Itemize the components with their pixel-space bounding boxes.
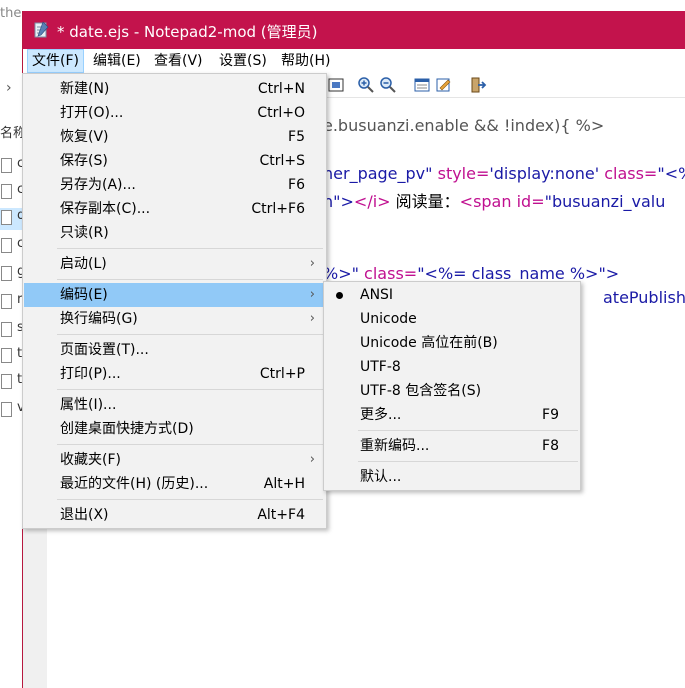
menu-separator <box>57 334 323 335</box>
file-icon <box>1 402 12 417</box>
file-row[interactable]: t <box>0 346 24 368</box>
file-row[interactable]: c <box>0 156 24 178</box>
submenu-arrow-icon: › <box>309 256 315 271</box>
menu-edit[interactable]: 编辑(E) <box>89 49 145 73</box>
file-icon <box>1 322 12 337</box>
submenu-arrow-icon: › <box>309 452 315 467</box>
exit-icon[interactable] <box>469 76 487 94</box>
encoding-unicode[interactable]: Unicode <box>325 307 579 331</box>
menu-separator <box>57 499 323 500</box>
menu-item-open[interactable]: 打开(O)... Ctrl+O <box>24 101 325 125</box>
menu-view[interactable]: 查看(V) <box>150 49 207 73</box>
background-explorer-pane: the › 名称 c c d c g r s t t v <box>0 0 24 688</box>
menu-item-print[interactable]: 打印(P)... Ctrl+P <box>24 362 325 386</box>
window-title: * date.ejs - Notepad2-mod (管理员) <box>57 23 318 41</box>
file-menu-dropdown: 新建(N) Ctrl+N 打开(O)... Ctrl+O 恢复(V) F5 保存(S)… <box>22 73 327 529</box>
menu-item-page-setup[interactable]: 页面设置(T)... <box>24 338 325 362</box>
code-line: n"></i> 阅读量：<span id="busuanzi_valu <box>323 192 666 211</box>
file-row[interactable]: s <box>0 320 24 342</box>
menu-separator <box>57 444 323 445</box>
radio-selected-icon <box>336 292 343 299</box>
file-icon <box>1 294 12 309</box>
encoding-more[interactable]: 更多... F9 <box>325 403 579 427</box>
menu-item-exit[interactable]: 退出(X) Alt+F4 <box>24 503 325 527</box>
zoom-in-icon[interactable] <box>357 76 375 94</box>
code-line: e.busuanzi.enable && !index){ %> <box>323 116 605 135</box>
menu-item-read-only[interactable]: 只读(R) <box>24 221 325 245</box>
file-row[interactable]: r <box>0 292 24 314</box>
scheme-icon[interactable] <box>413 76 431 94</box>
submenu-arrow-icon: › <box>309 311 315 326</box>
menu-item-encoding[interactable]: 编码(E) › <box>24 283 325 307</box>
menu-separator <box>57 279 323 280</box>
encoding-default[interactable]: 默认... <box>325 465 579 489</box>
file-row[interactable]: c <box>0 182 24 204</box>
menu-item-create-shortcut[interactable]: 创建桌面快捷方式(D) <box>24 417 325 441</box>
select-all-icon[interactable] <box>327 76 345 94</box>
menu-file[interactable]: 文件(F) <box>27 49 84 73</box>
file-icon <box>1 184 12 199</box>
menu-separator <box>358 461 578 462</box>
menu-item-save-copy[interactable]: 保存副本(C)... Ctrl+F6 <box>24 197 325 221</box>
menu-item-line-endings[interactable]: 换行编码(G) › <box>24 307 325 331</box>
code-line: atePublished <box>603 288 685 307</box>
menu-item-favorites[interactable]: 收藏夹(F) › <box>24 448 325 472</box>
menu-item-new[interactable]: 新建(N) Ctrl+N <box>24 77 325 101</box>
menu-separator <box>57 248 323 249</box>
file-row[interactable]: c <box>0 236 24 258</box>
customize-scheme-icon[interactable] <box>435 76 453 94</box>
file-row[interactable]: v <box>0 400 24 422</box>
file-icon <box>1 210 12 225</box>
file-row[interactable]: g <box>0 264 24 286</box>
menu-item-revert[interactable]: 恢复(V) F5 <box>24 125 325 149</box>
file-icon <box>1 374 12 389</box>
menu-settings[interactable]: 设置(S) <box>215 49 271 73</box>
encoding-ansi[interactable]: ANSI <box>325 283 579 307</box>
file-icon <box>1 348 12 363</box>
file-row-selected[interactable]: d <box>0 208 24 230</box>
file-icon <box>1 158 12 173</box>
submenu-arrow-icon: › <box>309 287 315 302</box>
menu-item-launch[interactable]: 启动(L) › <box>24 252 325 276</box>
encoding-utf8[interactable]: UTF-8 <box>325 355 579 379</box>
menu-item-save[interactable]: 保存(S) Ctrl+S <box>24 149 325 173</box>
background-text: the <box>0 6 22 21</box>
menu-item-save-as[interactable]: 另存为(A)... F6 <box>24 173 325 197</box>
encoding-unicode-be[interactable]: Unicode 高位在前(B) <box>325 331 579 355</box>
menu-bar: 文件(F) 编辑(E) 查看(V) 设置(S) 帮助(H) <box>23 49 685 73</box>
file-icon <box>1 266 12 281</box>
file-row[interactable]: t <box>0 372 24 394</box>
expand-arrow-icon[interactable]: › <box>6 80 12 96</box>
file-icon <box>1 238 12 253</box>
menu-separator <box>57 389 323 390</box>
code-line: her_page_pv" style='display:none' class=… <box>323 164 685 183</box>
menu-item-recent-files[interactable]: 最近的文件(H) (历史)... Alt+H <box>24 472 325 496</box>
column-header-name: 名称 <box>0 126 24 141</box>
notepad-app-icon[interactable] <box>33 21 49 39</box>
menu-help[interactable]: 帮助(H) <box>277 49 334 73</box>
encoding-submenu: ANSI Unicode Unicode 高位在前(B) UTF-8 UTF-8… <box>323 281 581 491</box>
menu-item-properties[interactable]: 属性(I)... <box>24 393 325 417</box>
title-bar[interactable]: * date.ejs - Notepad2-mod (管理员) <box>23 11 685 49</box>
zoom-out-icon[interactable] <box>379 76 397 94</box>
menu-separator <box>358 430 578 431</box>
encoding-utf8-bom[interactable]: UTF-8 包含签名(S) <box>325 379 579 403</box>
encoding-recode[interactable]: 重新编码... F8 <box>325 434 579 458</box>
